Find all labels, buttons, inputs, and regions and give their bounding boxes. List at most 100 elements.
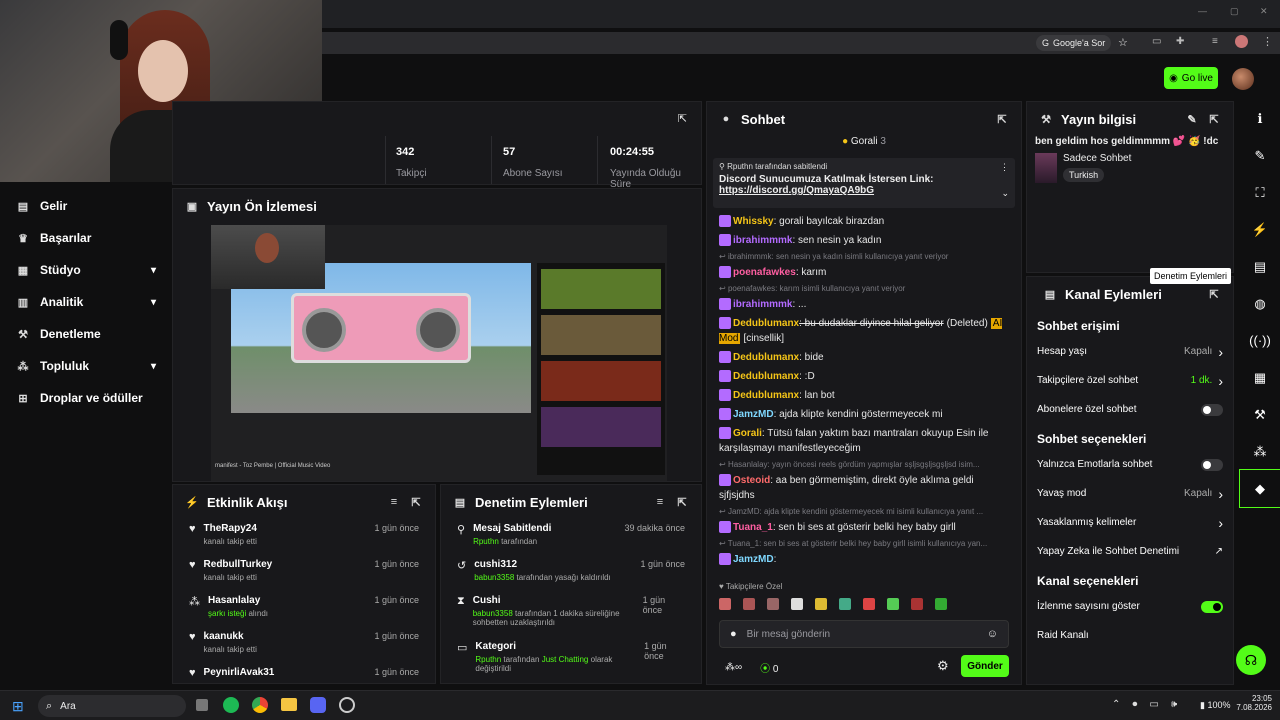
sidebar-item-studyo[interactable]: ▦ Stüdyo ▾ xyxy=(0,254,172,286)
chat-username[interactable]: ibrahimmmk xyxy=(733,299,792,310)
channel-option-row[interactable]: Yasaklanmış kelimeler › xyxy=(1027,508,1233,537)
popout-icon[interactable]: ⇱ xyxy=(409,495,423,509)
address-bar[interactable] xyxy=(320,32,1280,54)
minimize-icon[interactable]: — xyxy=(1198,6,1207,16)
popout-icon[interactable]: ⇱ xyxy=(1207,287,1221,301)
filter-icon[interactable]: ≡ xyxy=(653,495,667,509)
sidebar-item-gelir[interactable]: ▤ Gelir xyxy=(0,190,172,222)
profile-avatar[interactable] xyxy=(1235,35,1248,48)
maximize-icon[interactable]: ▢ xyxy=(1230,6,1239,17)
channel-option-row[interactable]: İzlenme sayısını göster xyxy=(1027,592,1233,621)
sidebar-item-basarilar[interactable]: ♛ Başarılar xyxy=(0,222,172,254)
go-live-button[interactable]: ◉ Go live xyxy=(1164,67,1218,89)
menu-dots-icon[interactable]: ⋮ xyxy=(1000,162,1009,173)
channel-option-row[interactable]: Abonelere özel sohbet xyxy=(1027,395,1233,424)
clock[interactable]: 23:05 7.08.2026 xyxy=(1232,694,1272,712)
pinned-message[interactable]: ⚲ Rputhn tarafından sabitlendi Discord S… xyxy=(713,158,1015,208)
chat-username[interactable]: Dedublumanx xyxy=(733,352,799,363)
chat-username[interactable]: Tuana_1 xyxy=(733,522,773,533)
volume-icon[interactable]: 🕪 xyxy=(1171,699,1177,710)
channel-option-row[interactable]: Raid Kanalı xyxy=(1027,621,1233,650)
preview-video[interactable]: manifest - Toz Pembe | Official Music Vi… xyxy=(211,225,667,481)
task-view-icon[interactable] xyxy=(196,699,208,711)
popout-icon[interactable]: ⇱ xyxy=(678,112,687,125)
chat-input[interactable]: ● Bir mesaj gönderin ☺ xyxy=(719,620,1009,648)
fullscreen-icon[interactable]: ⛶ xyxy=(1240,174,1280,211)
chevron-down-icon[interactable]: ⌄ xyxy=(1001,188,1009,199)
channel-option-row[interactable]: Yalnızca Emotlarla sohbet xyxy=(1027,450,1233,479)
chat-username[interactable]: Dedublumanx xyxy=(733,371,799,382)
highlight-icon[interactable]: ◆ xyxy=(1239,469,1280,508)
mic-icon[interactable]: ⏺ xyxy=(1132,699,1137,710)
chat-log[interactable]: Whissky: gorali bayılcak birazdan ibrahim… xyxy=(707,212,1021,569)
popout-icon[interactable]: ⇱ xyxy=(995,112,1009,126)
chat-username[interactable]: Osteoid xyxy=(733,475,770,486)
broadcast-icon[interactable]: ((·)) xyxy=(1240,322,1280,359)
channel-option-row[interactable]: Yavaş mod Kapalı › xyxy=(1027,479,1233,508)
spotify-icon[interactable] xyxy=(223,697,239,713)
chat-username[interactable]: ibrahimmmk xyxy=(733,235,792,246)
taskbar-search[interactable]: ⌕ Ara xyxy=(38,695,186,717)
chrome-icon[interactable] xyxy=(252,697,268,713)
layout-icon[interactable]: ▦ xyxy=(1240,359,1280,396)
wrench-icon[interactable]: ⚒ xyxy=(1240,396,1280,433)
community-icon[interactable]: ⁂ xyxy=(1240,433,1280,470)
channel-option-row[interactable]: Hesap yaşı Kapalı › xyxy=(1027,337,1233,366)
emote-bar[interactable] xyxy=(719,598,949,610)
edit-icon[interactable]: ✎ xyxy=(1185,112,1199,126)
toggle-switch[interactable] xyxy=(1201,458,1223,471)
edit-icon[interactable]: ✎ xyxy=(1240,137,1280,174)
support-button[interactable]: ☊ xyxy=(1236,645,1266,675)
popout-icon[interactable]: ⇱ xyxy=(1207,112,1221,126)
info-icon[interactable]: ℹ xyxy=(1240,100,1280,137)
menu-dots-icon[interactable]: ⋮ xyxy=(1262,35,1273,48)
discord-icon[interactable] xyxy=(310,697,326,713)
filter-icon[interactable]: ≡ xyxy=(387,495,401,509)
obs-icon[interactable] xyxy=(339,697,355,713)
chat-icon[interactable]: ◍ xyxy=(1240,285,1280,322)
sidebar-item-droplar[interactable]: ⊞ Droplar ve ödüller xyxy=(0,382,172,414)
clipboard-icon[interactable]: ▤ xyxy=(1240,248,1280,285)
channel-option-row[interactable]: Yapay Zeka ile Sohbet Denetimi ↗ xyxy=(1027,537,1233,566)
sidebar-item-analitik[interactable]: ▥ Analitik ▾ xyxy=(0,286,172,318)
chat-username[interactable]: Gorali xyxy=(733,428,762,439)
emote-icon[interactable] xyxy=(815,598,827,610)
sidebar-item-denetleme[interactable]: ⚒ Denetleme xyxy=(0,318,172,350)
chat-username[interactable]: Whissky xyxy=(733,216,774,227)
emoji-icon[interactable]: ☺ xyxy=(987,628,998,640)
toggle-switch[interactable] xyxy=(1201,403,1223,416)
chat-username[interactable]: poenafawkes xyxy=(733,267,796,278)
windows-icon[interactable]: ⊞ xyxy=(12,698,24,715)
chevron-up-icon[interactable]: ⌃ xyxy=(1112,699,1120,710)
toggle-switch[interactable] xyxy=(1201,600,1223,613)
chat-username[interactable]: Dedublumanx xyxy=(733,318,799,329)
google-ask-button[interactable]: G Google'a Sor xyxy=(1036,35,1112,51)
chat-username[interactable]: Dedublumanx xyxy=(733,390,799,401)
emote-icon[interactable] xyxy=(839,598,851,610)
close-icon[interactable]: ✕ xyxy=(1260,6,1268,17)
send-button[interactable]: Gönder xyxy=(961,655,1009,677)
points-display[interactable]: ⦿ 0 xyxy=(760,660,778,675)
emote-icon[interactable] xyxy=(791,598,803,610)
chat-username[interactable]: JamzMD xyxy=(733,409,774,420)
emote-icon[interactable] xyxy=(863,598,875,610)
channel-option-row[interactable]: Takipçilere özel sohbet 1 dk. › xyxy=(1027,366,1233,395)
reading-list-icon[interactable]: ≡ xyxy=(1212,36,1218,47)
display-icon[interactable]: ▭ xyxy=(1149,699,1158,710)
user-avatar[interactable] xyxy=(1232,68,1254,90)
emote-icon[interactable] xyxy=(935,598,947,610)
chat-username[interactable]: JamzMD xyxy=(733,554,774,565)
emote-icon[interactable] xyxy=(911,598,923,610)
bookmark-star-icon[interactable]: ☆ xyxy=(1118,36,1128,49)
discord-link[interactable]: https://discord.gg/QmayaQA9bG xyxy=(719,185,1009,196)
emote-icon[interactable] xyxy=(887,598,899,610)
extension-icon[interactable]: ▭ xyxy=(1152,36,1161,47)
battery-indicator[interactable]: ▮ 100% xyxy=(1200,700,1231,711)
popout-icon[interactable]: ⇱ xyxy=(675,495,689,509)
emote-icon[interactable] xyxy=(767,598,779,610)
emote-icon[interactable] xyxy=(719,598,731,610)
gear-icon[interactable]: ⚙ xyxy=(937,658,949,674)
bolt-icon[interactable]: ⚡ xyxy=(1240,211,1280,248)
infinity-icon[interactable]: ⁂∞ xyxy=(725,662,742,673)
puzzle-icon[interactable]: ✚ xyxy=(1176,36,1184,47)
